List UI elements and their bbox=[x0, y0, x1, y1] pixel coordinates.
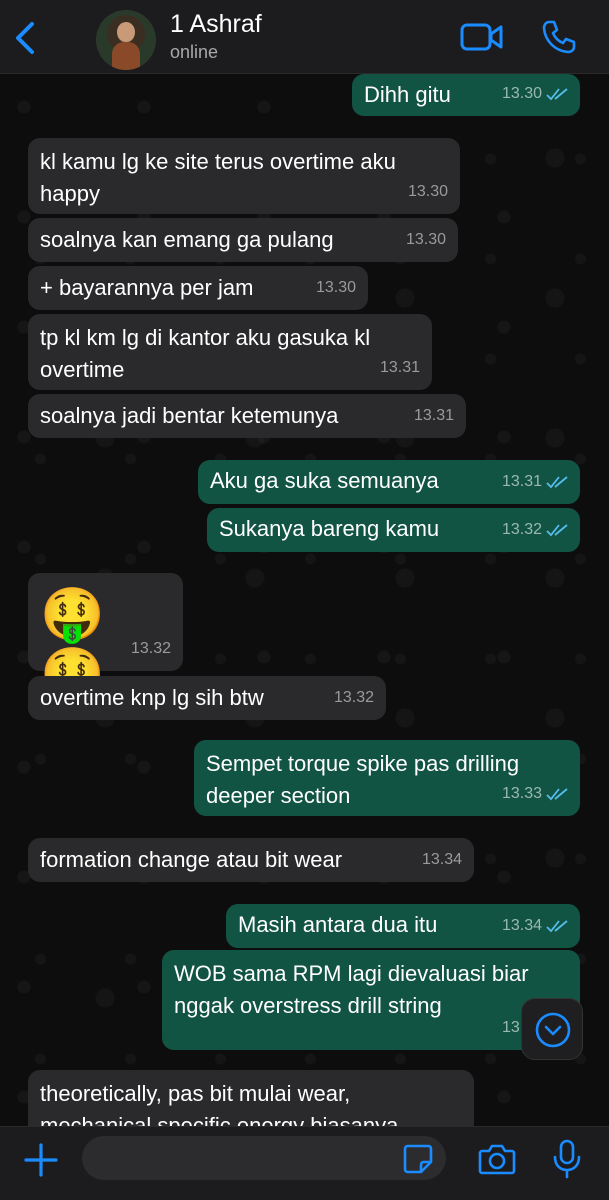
message-outgoing[interactable]: Masih antara dua itu 13.34 bbox=[226, 904, 580, 948]
chevron-left-icon bbox=[16, 22, 34, 54]
message-time: 13.32 bbox=[333, 689, 374, 706]
double-check-icon bbox=[546, 476, 568, 489]
message-text: formation change atau bit wear bbox=[40, 847, 343, 872]
voice-message-button[interactable] bbox=[552, 1139, 582, 1179]
message-time: 13.31 bbox=[501, 473, 542, 490]
microphone-icon bbox=[553, 1139, 581, 1179]
video-camera-icon bbox=[460, 23, 503, 51]
message-time: 13.32 bbox=[130, 640, 171, 657]
message-time: 13.31 bbox=[379, 359, 420, 376]
message-text: soalnya jadi bentar ketemunya bbox=[40, 403, 339, 428]
message-text: + bayarannya per jam bbox=[40, 275, 254, 300]
message-outgoing[interactable]: Sukanya bareng kamu 13.32 bbox=[207, 508, 580, 552]
double-check-icon bbox=[546, 524, 568, 537]
camera-button[interactable] bbox=[478, 1143, 516, 1175]
chevron-down-circle-icon bbox=[535, 1012, 571, 1048]
message-incoming[interactable]: soalnya jadi bentar ketemunya 13.31 bbox=[28, 394, 466, 438]
message-text: theoretically, pas bit mulai wear, mecha… bbox=[40, 1081, 399, 1126]
chat-header: 1 Ashraf online bbox=[0, 0, 609, 74]
camera-icon bbox=[478, 1144, 516, 1175]
double-check-icon bbox=[546, 788, 568, 801]
message-time: 13.34 bbox=[421, 851, 462, 868]
message-input[interactable] bbox=[82, 1136, 446, 1180]
contact-avatar[interactable] bbox=[96, 10, 156, 70]
message-outgoing[interactable]: Sempet torque spike pas drilling deeper … bbox=[194, 740, 580, 816]
message-time: 13.30 bbox=[405, 231, 446, 248]
contact-status: online bbox=[170, 42, 219, 62]
message-time: 13.30 bbox=[501, 85, 542, 102]
attach-button[interactable] bbox=[22, 1141, 60, 1179]
sticker-button[interactable] bbox=[402, 1143, 434, 1175]
message-time: 13.34 bbox=[501, 917, 542, 934]
message-incoming[interactable]: theoretically, pas bit mulai wear, mecha… bbox=[28, 1070, 474, 1126]
message-text: WOB sama RPM lagi dievaluasi biar nggak … bbox=[174, 961, 529, 1018]
message-incoming[interactable]: overtime knp lg sih btw 13.32 bbox=[28, 676, 386, 720]
double-check-icon bbox=[546, 88, 568, 101]
sticker-icon bbox=[403, 1144, 433, 1174]
message-incoming[interactable]: formation change atau bit wear 13.34 bbox=[28, 838, 474, 882]
message-outgoing[interactable]: WOB sama RPM lagi dievaluasi biar nggak … bbox=[162, 950, 580, 1050]
message-time: 13.31 bbox=[413, 407, 454, 424]
message-outgoing[interactable]: Aku ga suka semuanya 13.31 bbox=[198, 460, 580, 504]
voice-call-button[interactable] bbox=[541, 19, 577, 55]
message-incoming[interactable]: kl kamu lg ke site terus overtime aku ha… bbox=[28, 138, 460, 214]
message-incoming-emoji[interactable]: 🤑 🤑 13.32 bbox=[28, 573, 183, 704]
message-time: 13.32 bbox=[501, 521, 542, 538]
double-check-icon bbox=[546, 920, 568, 933]
message-text: Sukanya bareng kamu bbox=[219, 516, 440, 541]
scroll-to-bottom-button[interactable] bbox=[521, 998, 583, 1060]
message-outgoing[interactable]: Dihh gitu 13.30 bbox=[352, 74, 580, 116]
message-time: 13.33 bbox=[501, 785, 542, 802]
message-incoming[interactable]: + bayarannya per jam 13.30 bbox=[28, 266, 368, 310]
message-text: kl kamu lg ke site terus overtime aku ha… bbox=[40, 149, 396, 206]
plus-icon bbox=[24, 1143, 58, 1177]
message-time: 13.30 bbox=[315, 279, 356, 296]
message-input-bar bbox=[0, 1126, 609, 1200]
message-text: Dihh gitu bbox=[364, 82, 451, 107]
message-incoming[interactable]: tp kl km lg di kantor aku gasuka kl over… bbox=[28, 314, 432, 390]
phone-icon bbox=[542, 20, 576, 54]
message-time: 13.30 bbox=[407, 183, 448, 200]
message-text: tp kl km lg di kantor aku gasuka kl over… bbox=[40, 325, 371, 382]
back-button[interactable] bbox=[10, 20, 42, 56]
message-text: overtime knp lg sih btw bbox=[40, 685, 264, 710]
message-text: Sempet torque spike pas drilling deeper … bbox=[206, 751, 520, 808]
chat-messages-area[interactable]: Dihh gitu 13.30 kl kamu lg ke site terus… bbox=[0, 74, 609, 1126]
message-text: Masih antara dua itu bbox=[238, 912, 438, 937]
video-call-button[interactable] bbox=[460, 21, 504, 53]
message-text: soalnya kan emang ga pulang bbox=[40, 227, 334, 252]
contact-name[interactable]: 1 Ashraf bbox=[170, 10, 262, 39]
message-incoming[interactable]: soalnya kan emang ga pulang 13.30 bbox=[28, 218, 458, 262]
message-text: Aku ga suka semuanya bbox=[210, 468, 439, 493]
